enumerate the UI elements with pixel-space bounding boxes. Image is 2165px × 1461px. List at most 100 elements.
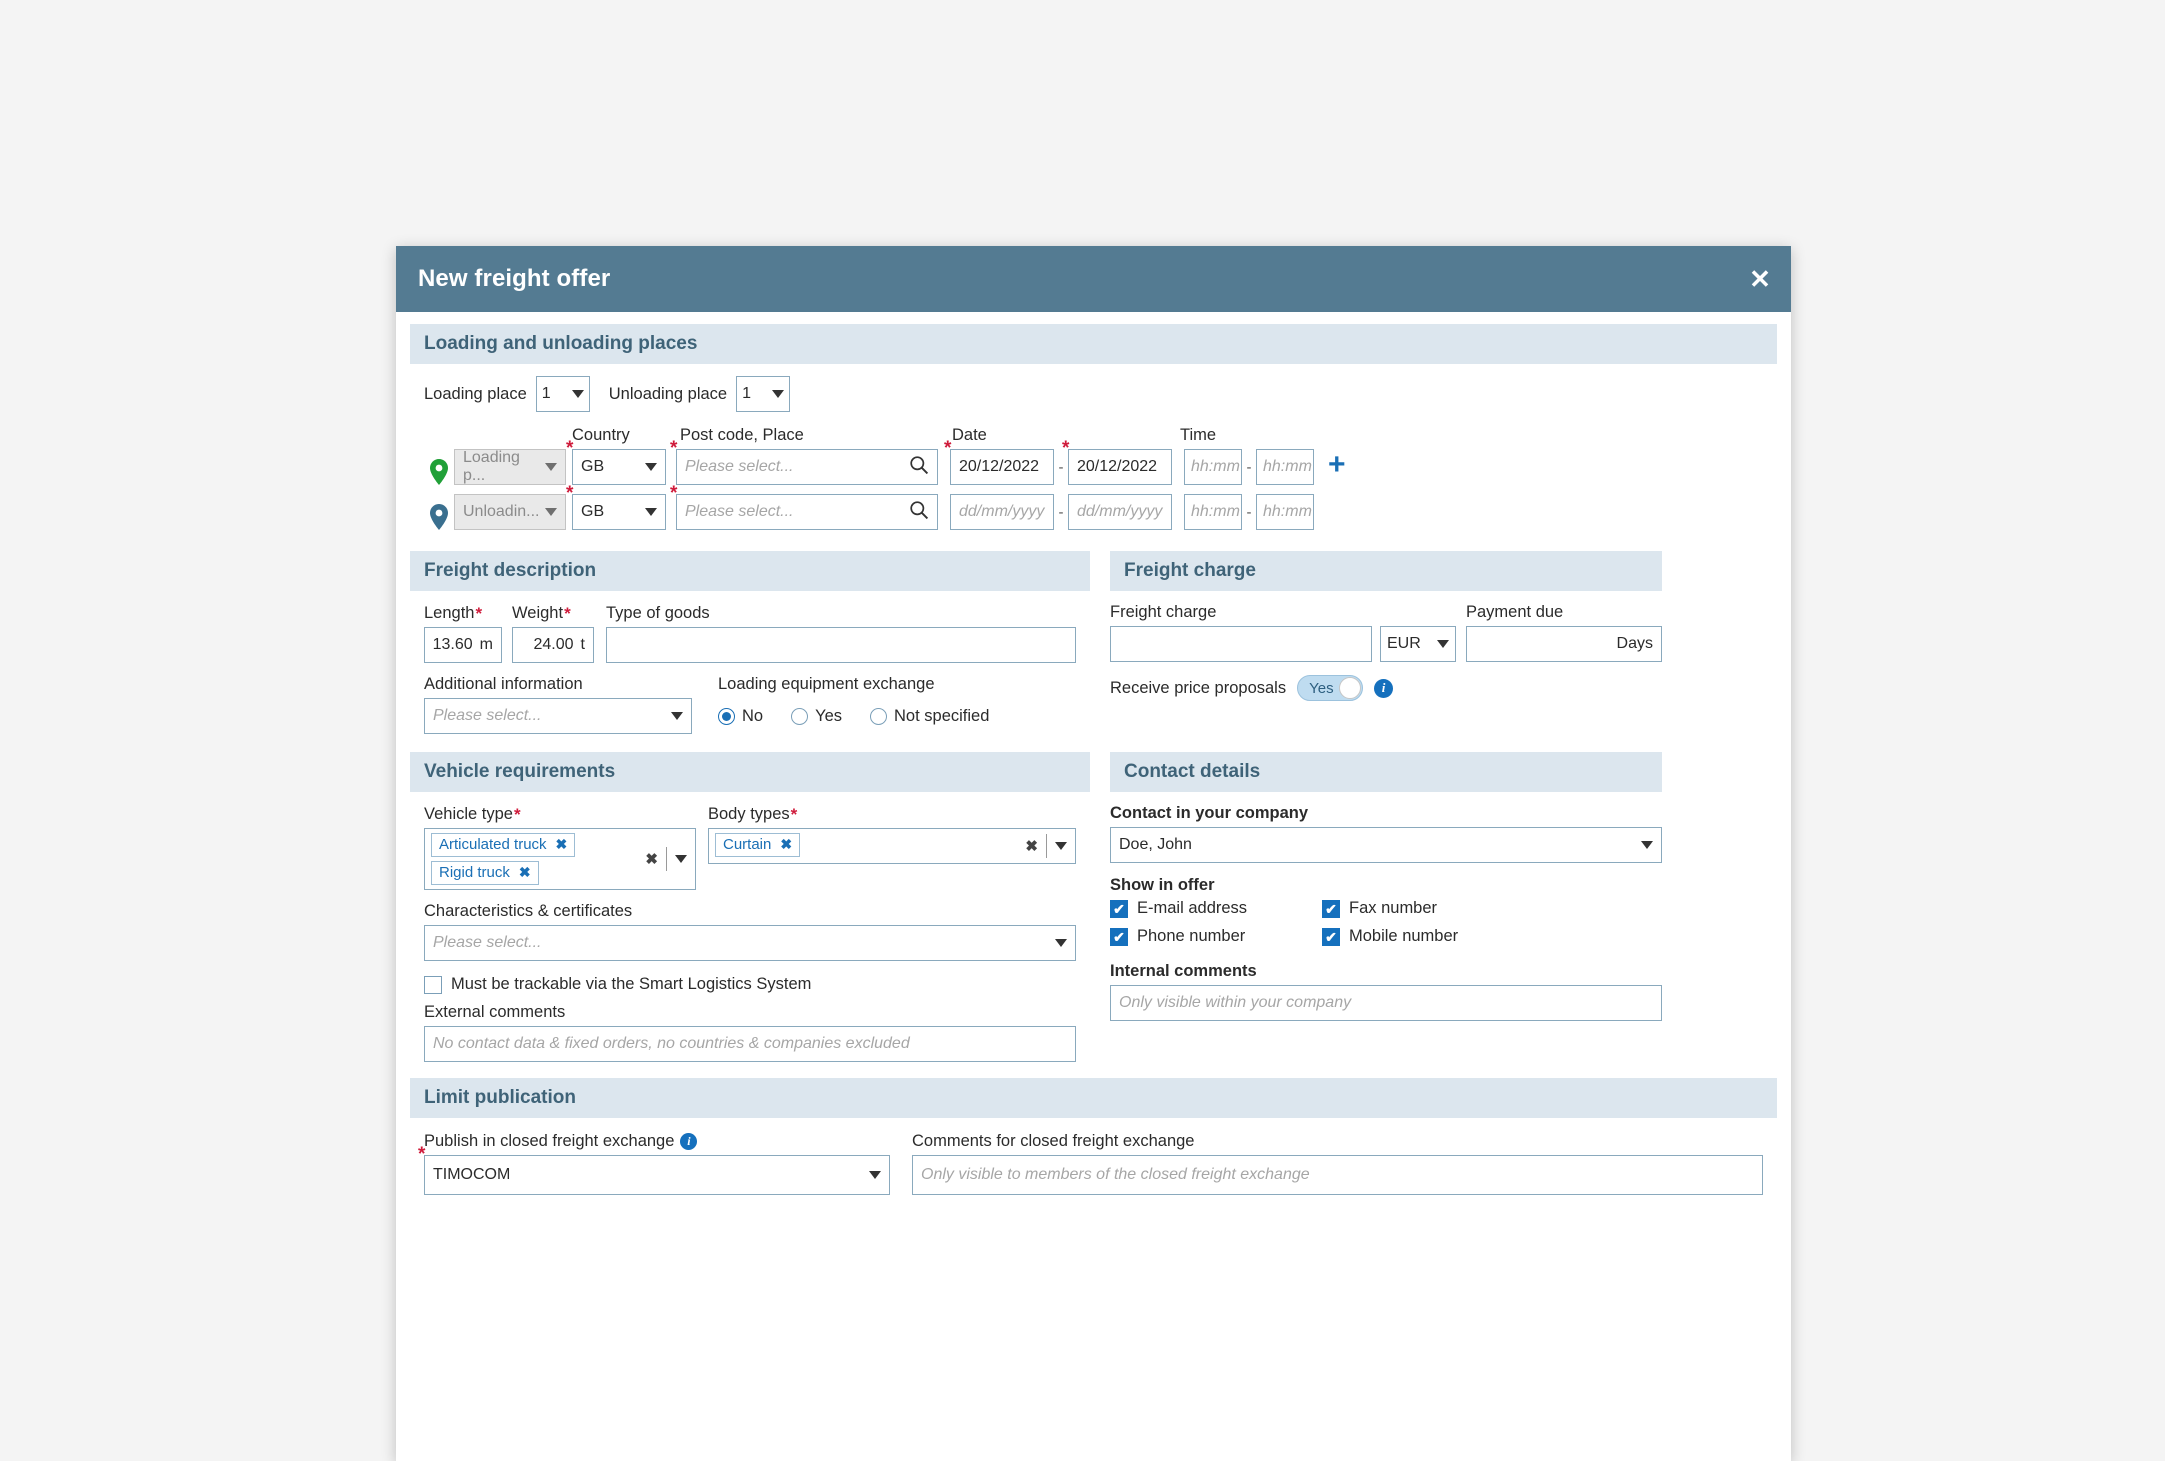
contact-in-company-label: Contact in your company [1110,804,1309,822]
tag-curtain: Curtain ✖ [715,833,801,857]
search-icon[interactable] [909,455,929,480]
unloading-place-count-select[interactable]: 1 [736,376,791,412]
payment-due-label: Payment due [1466,603,1564,621]
plus-icon[interactable]: + [1328,450,1346,484]
loading-place-count-select[interactable]: 1 [535,376,590,412]
currency-select[interactable]: EUR [1380,626,1456,662]
chevron-down-icon[interactable] [675,855,687,863]
phone-number-label: Phone number [1137,927,1246,945]
loading-country-select[interactable]: GB [572,449,666,485]
unloading-postcode-input[interactable]: Please select... [676,494,938,530]
publish-closed-exchange-select[interactable]: TIMOCOM [424,1155,890,1195]
vehicle-type-multiselect[interactable]: Articulated truck ✖ Rigid truck ✖ ✖ [424,828,696,890]
additional-information-select[interactable]: Please select... [424,698,692,734]
type-of-goods-input[interactable] [606,627,1076,663]
section-title-freight-description: Freight description [424,560,597,581]
loading-time-to-input[interactable]: hh:mm [1256,449,1314,485]
checkbox-row-phone[interactable]: Phone number [1110,927,1322,946]
publish-closed-exchange-label: Publish in closed freight exchange i [424,1132,890,1151]
radio-not-specified[interactable]: Not specified [870,707,989,726]
receive-price-proposals-toggle[interactable]: Yes [1297,675,1364,701]
search-icon[interactable] [909,500,929,525]
info-icon[interactable]: i [1374,678,1394,698]
trackable-checkbox-row[interactable]: Must be trackable via the Smart Logistic… [424,975,1076,994]
unloading-time-to-placeholder: hh:mm [1263,503,1312,520]
email-address-checkbox[interactable] [1110,899,1128,918]
fax-number-checkbox[interactable] [1322,899,1340,918]
chevron-down-icon [869,1171,881,1179]
tag-remove-icon[interactable]: ✖ [519,864,531,881]
freight-charge-input[interactable] [1110,626,1372,662]
weight-unit: t [580,636,585,653]
checkbox-row-fax[interactable]: Fax number [1322,899,1458,918]
tag-label: Rigid truck [439,864,510,881]
weight-input[interactable]: 24.00 t [512,627,594,663]
comments-closed-exchange-input[interactable]: Only visible to members of the closed fr… [912,1155,1763,1195]
external-comments-input[interactable]: No contact data & fixed orders, no count… [424,1026,1076,1062]
radio-not-specified-label: Not specified [894,706,990,725]
date-range-dash: - [1058,458,1064,476]
close-icon[interactable]: ✕ [1729,246,1791,312]
unloading-type-value: Unloadin... [463,503,540,520]
clear-all-icon[interactable]: ✖ [645,850,658,868]
info-icon[interactable]: i [680,1133,698,1150]
contact-in-company-select[interactable]: Doe, John [1110,827,1662,863]
clear-all-icon[interactable]: ✖ [1025,837,1038,855]
currency-value: EUR [1387,635,1421,652]
weight-label-text: Weight [512,604,564,622]
dialog-body: Loading and unloading places Loading pla… [396,324,1791,1195]
chevron-down-icon [545,463,557,471]
map-pin-green-icon [424,459,454,485]
loading-date-from-input[interactable]: 20/12/2022 [950,449,1054,485]
chevron-down-icon [545,508,557,516]
vehicle-type-label: Vehicle type* [424,804,696,824]
show-in-offer-label: Show in offer [1110,876,1215,894]
section-title-vehicle-requirements: Vehicle requirements [424,761,616,782]
new-freight-offer-dialog: New freight offer ✕ Loading and unloadin… [396,246,1791,1461]
section-header-vehicle-requirements: Vehicle requirements [410,752,1090,792]
loading-date-to-input[interactable]: 20/12/2022 [1068,449,1172,485]
unloading-date-from-input[interactable]: dd/mm/yyyy [950,494,1054,530]
section-header-freight-charge: Freight charge [1110,551,1662,591]
chevron-down-icon [571,390,584,398]
radio-yes-label: Yes [815,706,843,725]
external-comments-placeholder: No contact data & fixed orders, no count… [433,1035,910,1052]
trackable-checkbox[interactable] [424,975,442,994]
unloading-time-to-input[interactable]: hh:mm [1256,494,1314,530]
divider [1046,834,1047,858]
publish-closed-exchange-label-text: Publish in closed freight exchange [424,1132,675,1150]
chevron-down-icon[interactable] [1055,842,1067,850]
body-types-multiselect[interactable]: Curtain ✖ ✖ [708,828,1076,864]
radio-yes[interactable]: Yes [791,707,842,726]
unloading-date-to-placeholder: dd/mm/yyyy [1077,503,1163,520]
checkbox-row-email[interactable]: E-mail address [1110,899,1322,918]
unloading-date-to-input[interactable]: dd/mm/yyyy [1068,494,1172,530]
loading-time-from-input[interactable]: hh:mm [1184,449,1242,485]
internal-comments-input[interactable]: Only visible within your company [1110,985,1662,1021]
length-input[interactable]: 13.60 m [424,627,502,663]
unloading-time-from-input[interactable]: hh:mm [1184,494,1242,530]
tag-rigid-truck: Rigid truck ✖ [431,861,539,885]
radio-no[interactable]: No [718,707,763,726]
map-pin-blue-icon [424,504,454,530]
phone-number-checkbox[interactable] [1110,927,1128,946]
loading-date-from-value: 20/12/2022 [959,458,1040,475]
loading-postcode-input[interactable]: Please select... [676,449,938,485]
characteristics-certificates-select[interactable]: Please select... [424,925,1076,961]
length-unit: m [479,636,493,653]
tag-remove-icon[interactable]: ✖ [556,836,568,853]
vehicle-type-controls: ✖ [645,847,689,871]
loading-country-value: GB [581,458,605,475]
chevron-down-icon [1437,640,1449,648]
section-title-limit-publication: Limit publication [424,1087,576,1108]
additional-information-label: Additional information [424,675,583,693]
required-marker: * [564,604,571,623]
tag-articulated-truck: Articulated truck ✖ [431,833,576,857]
unloading-country-select[interactable]: GB [572,494,666,530]
loading-place-label: Loading place [424,384,527,403]
payment-due-input[interactable]: Days [1466,626,1662,662]
mobile-number-checkbox[interactable] [1322,927,1340,946]
tag-remove-icon[interactable]: ✖ [780,836,792,853]
radio-not-specified-dot [870,707,888,725]
checkbox-row-mobile[interactable]: Mobile number [1322,927,1458,946]
